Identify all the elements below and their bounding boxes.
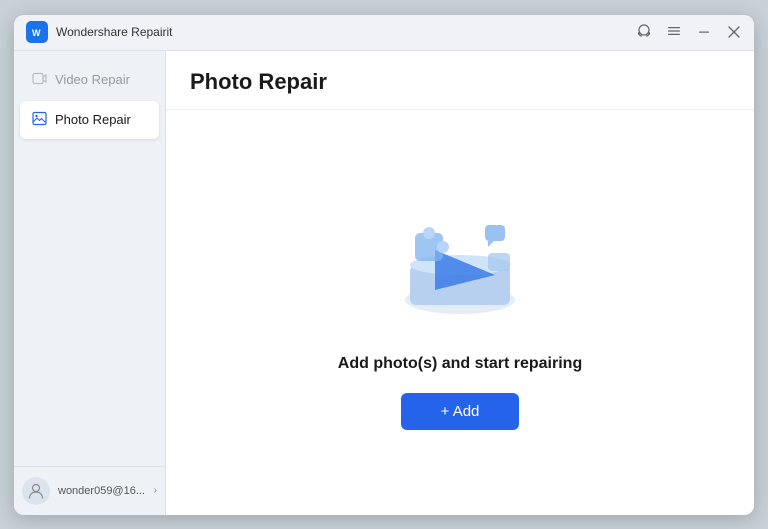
titlebar-controls bbox=[636, 23, 742, 41]
app-window: W Wondershare Repairit bbox=[14, 15, 754, 515]
sidebar-footer[interactable]: wonder059@16... › bbox=[14, 466, 165, 515]
chevron-right-icon: › bbox=[154, 485, 157, 496]
avatar bbox=[22, 477, 50, 505]
titlebar: W Wondershare Repairit bbox=[14, 15, 754, 51]
content-header: Photo Repair bbox=[166, 51, 754, 110]
minimize-button[interactable] bbox=[696, 24, 712, 40]
sidebar-item-label: Photo Repair bbox=[55, 112, 131, 127]
sidebar-item-label: Video Repair bbox=[55, 72, 130, 87]
photo-repair-illustration bbox=[380, 195, 540, 335]
content-area: Photo Repair bbox=[166, 51, 754, 515]
close-button[interactable] bbox=[726, 24, 742, 40]
content-body: Add photo(s) and start repairing + Add bbox=[166, 110, 754, 515]
app-name: Wondershare Repairit bbox=[56, 25, 636, 39]
photo-repair-icon bbox=[32, 111, 47, 129]
video-repair-icon bbox=[32, 71, 47, 89]
sidebar-items: Video Repair Photo Repair bbox=[14, 51, 165, 466]
add-button[interactable]: + Add bbox=[401, 393, 520, 430]
page-title: Photo Repair bbox=[190, 69, 730, 95]
sidebar: Video Repair Photo Repair bbox=[14, 51, 166, 515]
svg-text:W: W bbox=[32, 28, 41, 38]
add-button-label: + Add bbox=[441, 403, 480, 420]
main-area: Video Repair Photo Repair bbox=[14, 51, 754, 515]
app-logo: W bbox=[26, 21, 48, 43]
headset-icon[interactable] bbox=[636, 23, 652, 41]
username: wonder059@16... bbox=[58, 485, 146, 497]
sidebar-item-photo-repair[interactable]: Photo Repair bbox=[20, 101, 159, 139]
sidebar-item-video-repair[interactable]: Video Repair bbox=[20, 61, 159, 99]
prompt-text: Add photo(s) and start repairing bbox=[338, 355, 582, 373]
menu-icon[interactable] bbox=[666, 23, 682, 41]
